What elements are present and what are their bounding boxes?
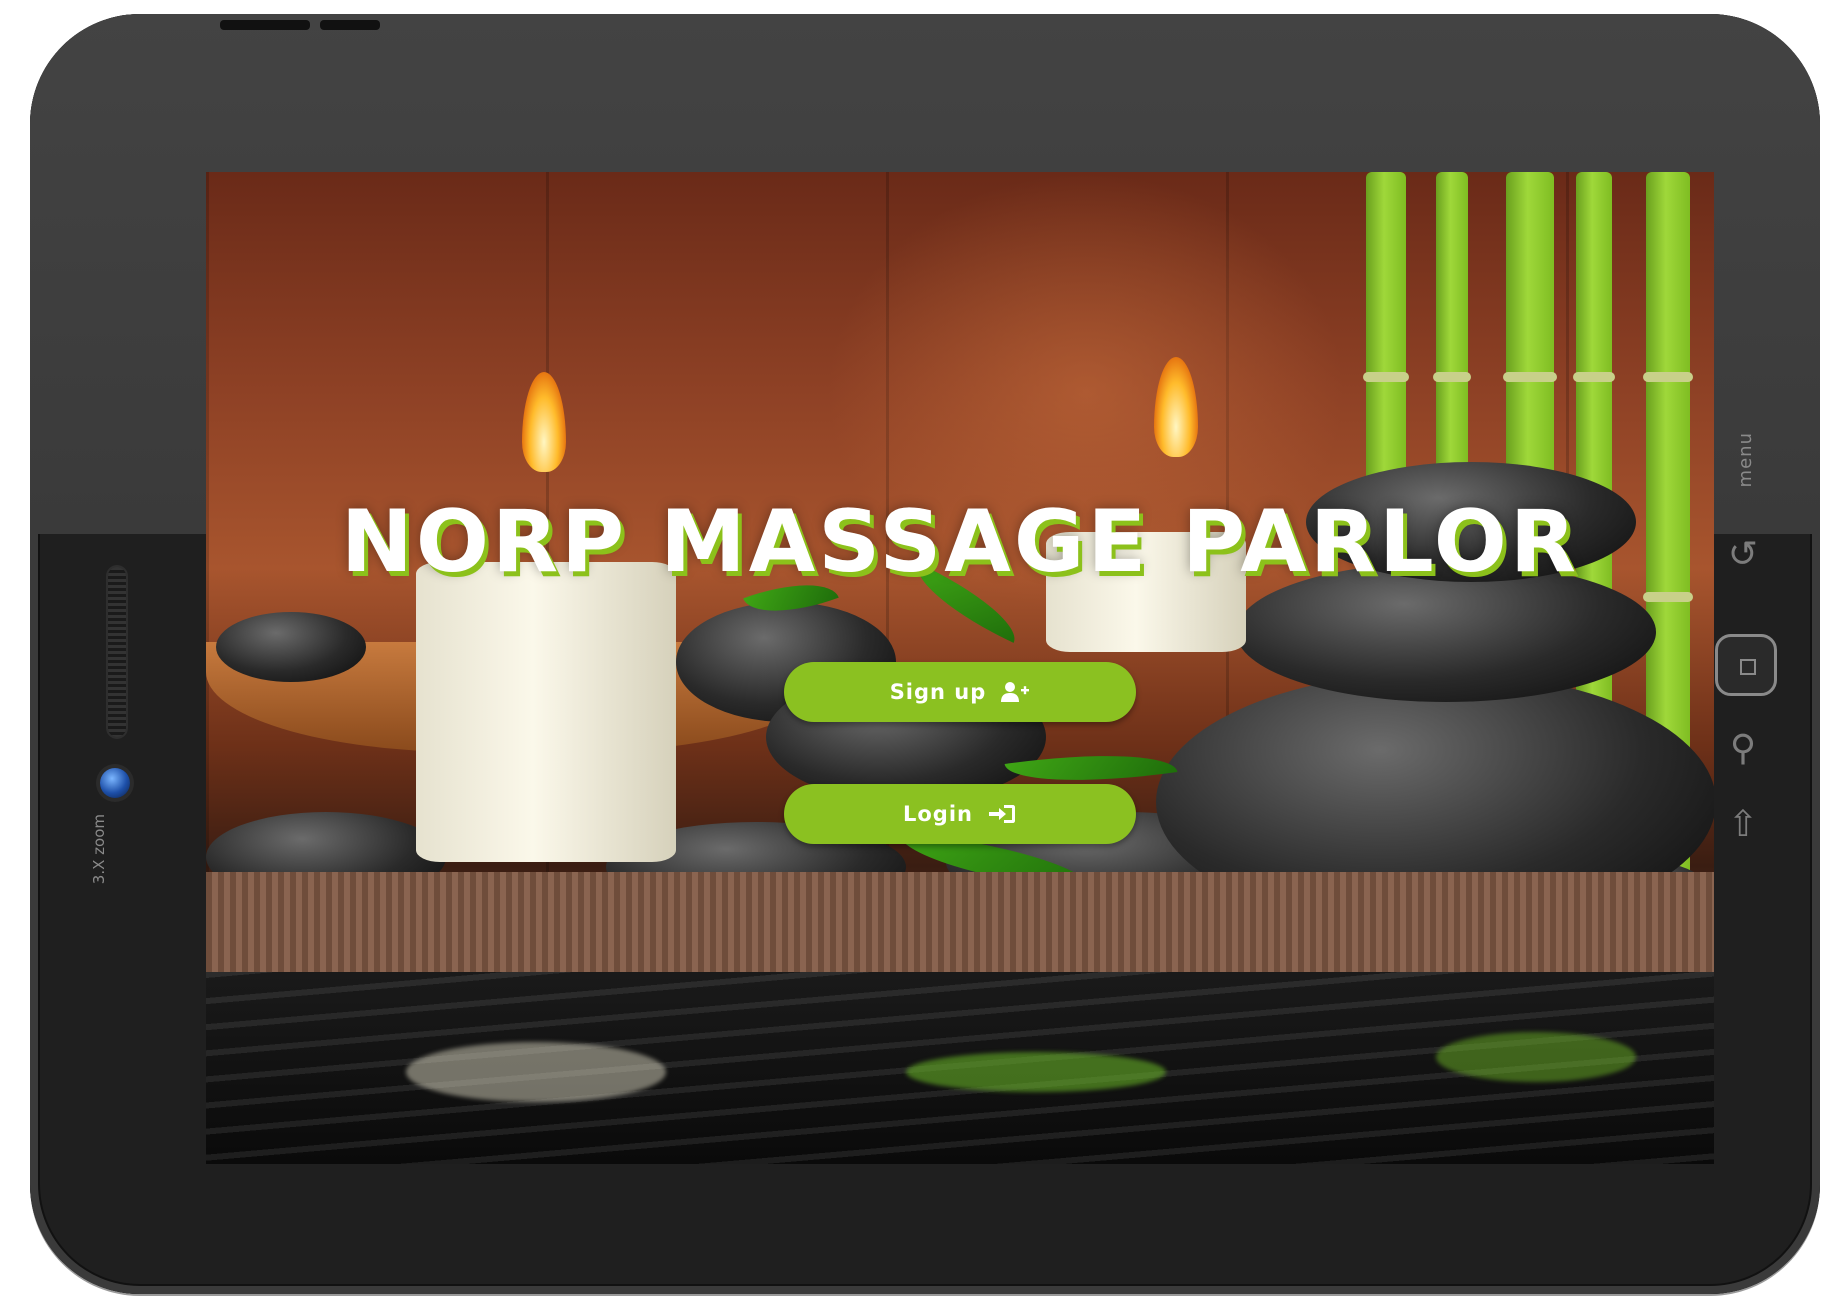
candle-flame bbox=[522, 372, 566, 472]
candle bbox=[416, 562, 676, 862]
zoom-label: 3.X zoom bbox=[90, 814, 108, 885]
home-icon[interactable]: ⇧ bbox=[1713, 804, 1773, 845]
login-button[interactable]: Login bbox=[784, 784, 1136, 844]
bamboo-mat bbox=[206, 872, 1714, 982]
volume-button[interactable] bbox=[320, 20, 380, 30]
reflection-highlight bbox=[406, 1042, 666, 1102]
app-screen: NORP MASSAGE PARLOR Sign up Login bbox=[206, 172, 1714, 1164]
back-icon[interactable]: ↺ bbox=[1713, 534, 1773, 575]
power-button[interactable] bbox=[220, 20, 310, 30]
camera-lens bbox=[100, 768, 130, 798]
menu-label: menu bbox=[1735, 432, 1756, 488]
login-button-label: Login bbox=[903, 802, 973, 826]
reflection-highlight bbox=[906, 1052, 1166, 1092]
stone bbox=[216, 612, 366, 682]
signup-button[interactable]: Sign up bbox=[784, 662, 1136, 722]
user-plus-icon bbox=[1001, 682, 1030, 702]
reflection-highlight bbox=[1436, 1032, 1636, 1082]
search-icon[interactable]: ⚲ bbox=[1713, 728, 1773, 769]
signup-button-label: Sign up bbox=[889, 680, 987, 704]
speaker-grille bbox=[108, 567, 126, 737]
sign-in-icon bbox=[989, 805, 1015, 823]
page-title: NORP MASSAGE PARLOR bbox=[340, 492, 1580, 592]
home-button[interactable] bbox=[1715, 634, 1777, 696]
tablet-frame: 3.X zoom menu ↺ ⚲ ⇧ NORP MASSAGE PARLOR … bbox=[30, 14, 1820, 1294]
